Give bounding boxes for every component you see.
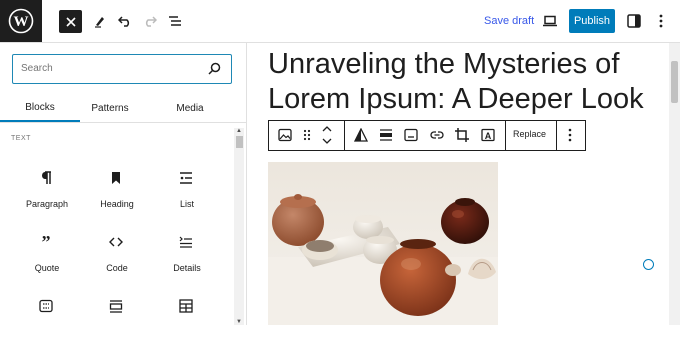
category-heading: TEXT <box>11 135 31 142</box>
block-label: List <box>179 199 194 209</box>
image-block[interactable] <box>268 162 498 325</box>
block-label: Code <box>106 263 128 273</box>
preformatted-icon <box>109 300 123 313</box>
settings-button[interactable] <box>626 12 642 30</box>
close-icon <box>65 16 76 27</box>
scroll-down-icon[interactable]: ▼ <box>236 319 242 325</box>
list-icon <box>180 172 192 184</box>
block-preformatted[interactable] <box>82 299 152 355</box>
duotone-icon[interactable] <box>354 128 368 142</box>
quote-icon: ” <box>42 235 51 249</box>
close-inserter-button[interactable] <box>59 10 82 33</box>
redo-button[interactable] <box>142 12 158 30</box>
preview-button[interactable] <box>541 13 559 29</box>
move-up-down-icon[interactable] <box>321 124 333 146</box>
block-code[interactable]: Code <box>82 235 152 291</box>
details-icon <box>179 236 192 248</box>
laptop-icon <box>543 15 557 27</box>
classic-icon <box>39 299 53 313</box>
image-icon[interactable] <box>278 128 292 142</box>
editor-canvas: Unraveling the Mysteries of Lorem Ipsum:… <box>247 43 669 325</box>
block-label: Details <box>173 263 201 273</box>
block-table[interactable] <box>152 299 222 355</box>
block-label: Heading <box>100 199 134 209</box>
drag-handle-icon[interactable] <box>303 128 311 142</box>
toolbar-separator <box>556 121 557 150</box>
list-view-icon <box>169 16 181 26</box>
save-draft-button[interactable]: Save draft <box>484 15 534 27</box>
more-vertical-icon <box>659 14 663 28</box>
editor-scrollbar[interactable] <box>669 43 680 325</box>
block-label: Quote <box>34 263 60 273</box>
bookmark-icon <box>112 172 120 184</box>
align-icon[interactable] <box>379 128 393 142</box>
editor-topbar: W Save draft Publish <box>0 0 680 43</box>
undo-button[interactable] <box>117 12 133 30</box>
scroll-thumb[interactable] <box>236 136 243 148</box>
search-box <box>12 54 232 84</box>
image-block-toolbar: A Replace <box>268 120 586 151</box>
svg-text:”: ” <box>42 235 51 249</box>
scroll-up-icon[interactable]: ▲ <box>236 128 242 134</box>
pottery-photo <box>268 162 498 325</box>
svg-text:A: A <box>485 131 492 141</box>
block-label: Paragraph <box>25 199 69 209</box>
replace-button[interactable]: Replace <box>513 129 546 139</box>
block-classic[interactable] <box>12 299 82 355</box>
list-view-button[interactable] <box>167 12 183 30</box>
tab-patterns[interactable]: Patterns <box>70 94 150 122</box>
tab-blocks[interactable]: Blocks <box>0 94 80 122</box>
block-list[interactable]: List <box>152 171 222 227</box>
sidebar-icon <box>627 14 641 28</box>
pen-icon <box>95 17 104 28</box>
inserter-scrollbar[interactable]: ▲ ▼ <box>234 128 244 325</box>
block-inserter-panel: Blocks Patterns Media TEXT Paragraph Hea… <box>0 43 247 325</box>
options-button[interactable] <box>654 12 668 30</box>
table-icon <box>179 299 193 313</box>
undo-icon <box>118 16 130 27</box>
block-quote[interactable]: ” Quote <box>12 235 82 291</box>
code-icon <box>109 237 123 247</box>
post-title[interactable]: Unraveling the Mysteries of Lorem Ipsum:… <box>268 47 658 117</box>
toolbar-separator <box>505 121 506 150</box>
inserter-tabs: Blocks Patterns Media <box>0 94 246 123</box>
link-icon[interactable] <box>430 128 444 142</box>
toolbar-separator <box>344 121 345 150</box>
block-details[interactable]: Details <box>152 235 222 291</box>
tools-button[interactable] <box>92 12 108 30</box>
publish-button[interactable]: Publish <box>569 9 615 33</box>
more-options-icon[interactable] <box>568 128 572 142</box>
text-over-image-icon[interactable]: A <box>481 128 495 142</box>
search-icon <box>208 62 221 75</box>
svg-text:W: W <box>14 14 29 30</box>
paragraph-icon <box>42 171 51 184</box>
wordpress-logo-button[interactable]: W <box>0 0 42 42</box>
block-heading[interactable]: Heading <box>82 171 152 227</box>
block-paragraph[interactable]: Paragraph <box>12 171 82 227</box>
loading-spinner-icon <box>643 259 654 270</box>
crop-icon[interactable] <box>455 128 469 142</box>
wordpress-logo-icon: W <box>8 8 34 34</box>
editor-scroll-thumb[interactable] <box>671 61 678 103</box>
search-input[interactable] <box>21 55 201 82</box>
tab-media[interactable]: Media <box>150 94 230 122</box>
redo-icon <box>145 16 157 27</box>
caption-icon[interactable] <box>404 128 418 142</box>
